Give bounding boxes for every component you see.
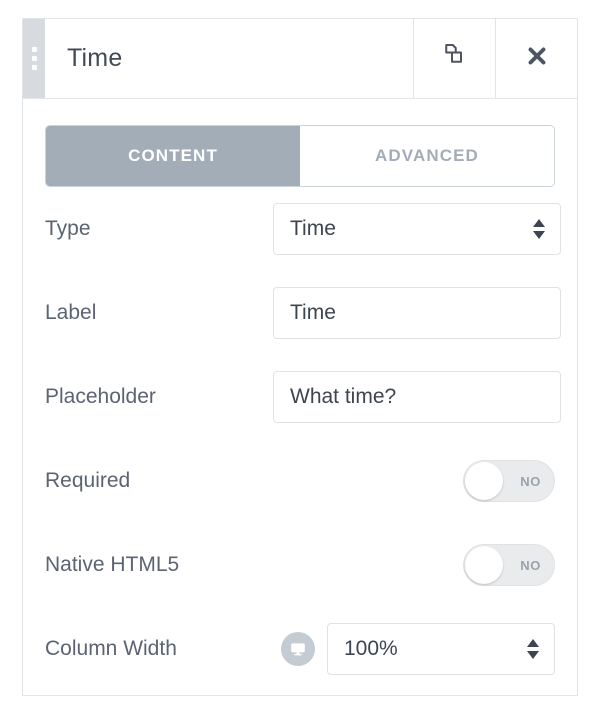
row-type: Type Time	[45, 187, 561, 271]
control-native-html5: NO	[273, 544, 555, 586]
row-placeholder: Placeholder What time?	[45, 355, 561, 439]
row-native-html5: Native HTML5 NO	[45, 523, 555, 607]
required-toggle-state: NO	[520, 473, 541, 489]
label-label: Label	[45, 301, 97, 324]
type-select-value: Time	[273, 203, 561, 255]
tab-bar: CONTENT ADVANCED	[45, 125, 555, 187]
placeholder-input[interactable]: What time?	[273, 371, 561, 423]
row-column-width: Column Width 100%	[45, 607, 555, 691]
tab-content[interactable]: CONTENT	[46, 126, 300, 186]
control-placeholder: What time?	[273, 371, 561, 423]
control-label: Time	[273, 287, 561, 339]
row-required: Required NO	[45, 439, 555, 523]
drag-handle-dots	[31, 47, 37, 70]
row-label: Label Time	[45, 271, 561, 355]
column-width-value: 100%	[327, 623, 555, 675]
required-toggle-knob	[465, 462, 503, 500]
label-placeholder: Placeholder	[45, 385, 156, 408]
control-type: Time	[273, 203, 561, 255]
native-html5-toggle[interactable]: NO	[463, 544, 555, 586]
close-icon	[524, 43, 550, 74]
widget-settings-panel: Time CONTENT ADVANCED Type Time Label Ti…	[22, 18, 578, 696]
duplicate-button[interactable]	[413, 19, 495, 98]
duplicate-icon	[440, 41, 470, 76]
label-column-width: Column Width	[45, 637, 177, 660]
tab-advanced[interactable]: ADVANCED	[300, 126, 554, 186]
panel-header: Time	[23, 19, 577, 99]
required-toggle[interactable]: NO	[463, 460, 555, 502]
column-width-select[interactable]: 100%	[327, 623, 555, 675]
label-type: Type	[45, 217, 91, 240]
panel-body: CONTENT ADVANCED Type Time Label Time Pl…	[23, 99, 577, 691]
label-native-html5: Native HTML5	[45, 553, 180, 576]
close-button[interactable]	[495, 19, 577, 98]
control-column-width: 100%	[273, 623, 555, 675]
native-html5-toggle-state: NO	[520, 557, 541, 573]
drag-handle-icon[interactable]	[23, 19, 45, 98]
panel-title: Time	[67, 44, 123, 72]
native-html5-toggle-knob	[465, 546, 503, 584]
type-select[interactable]: Time	[273, 203, 561, 255]
label-required: Required	[45, 469, 131, 492]
desktop-icon[interactable]	[281, 632, 315, 666]
label-input[interactable]: Time	[273, 287, 561, 339]
control-required: NO	[273, 460, 555, 502]
